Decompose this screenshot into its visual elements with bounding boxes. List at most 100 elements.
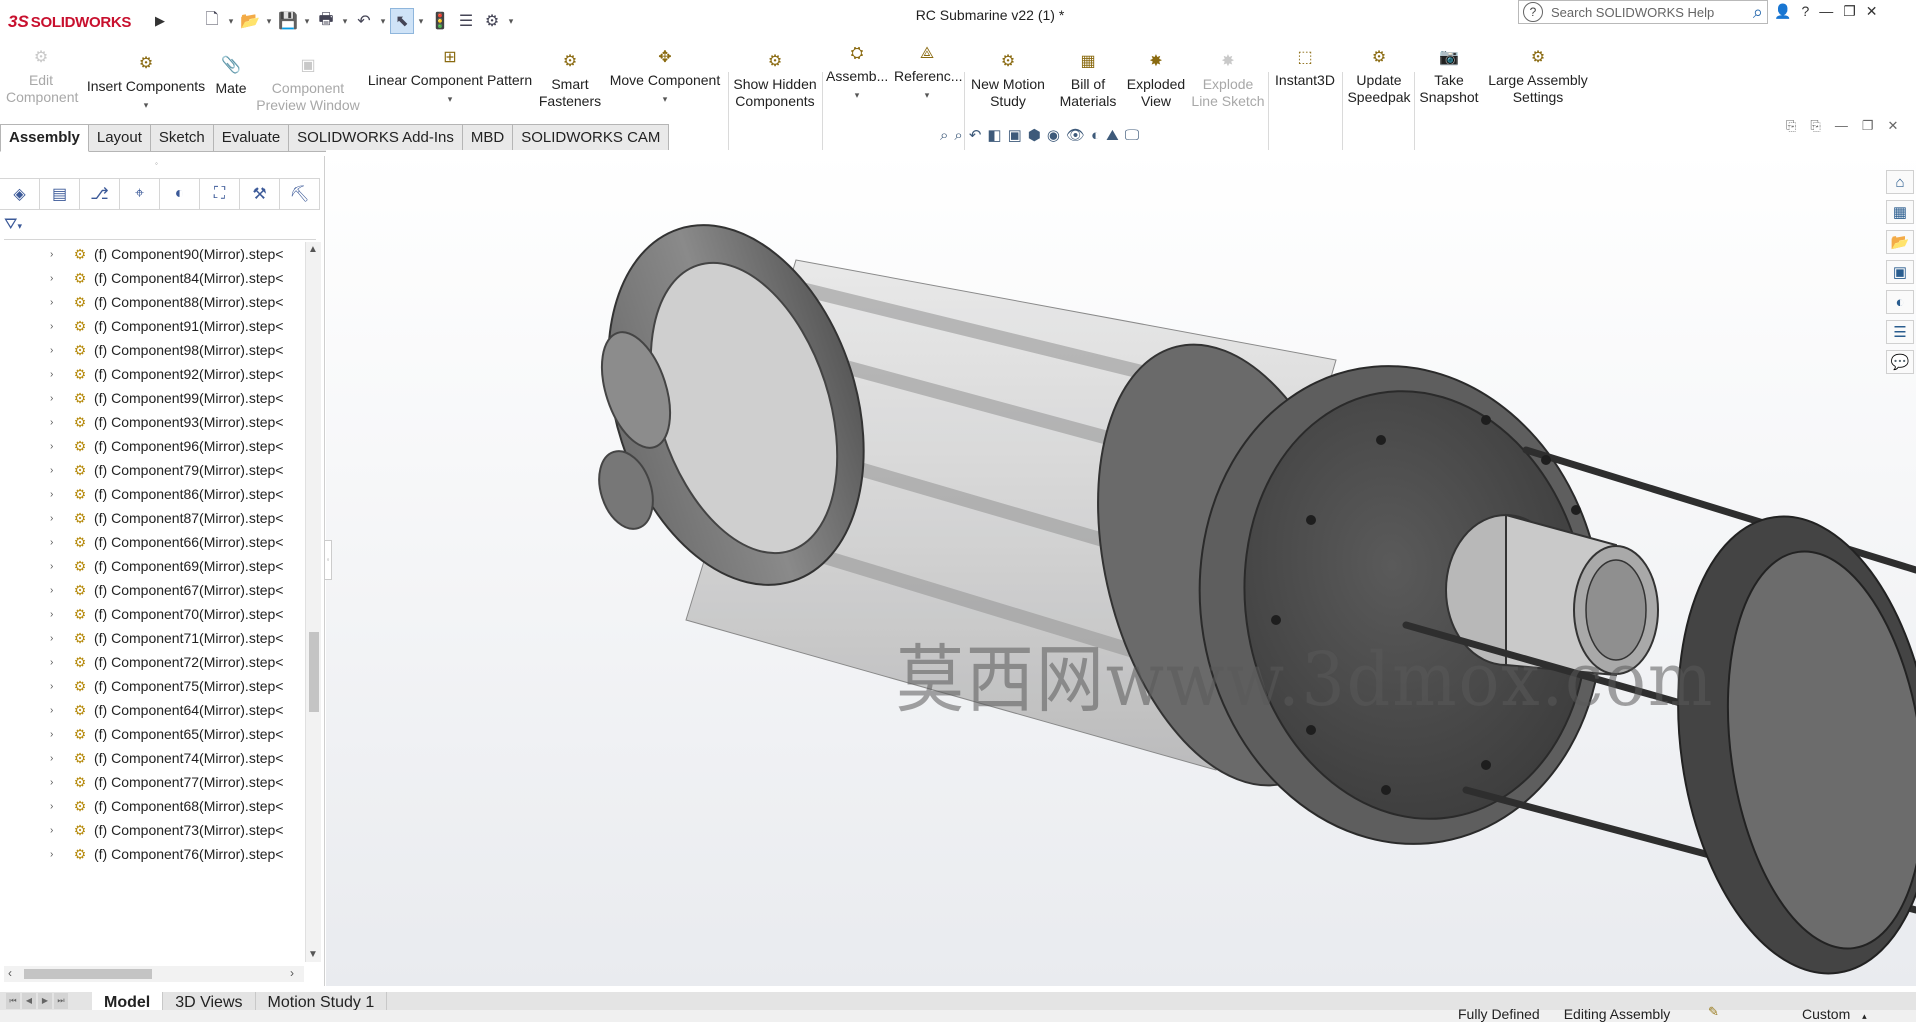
tree-item[interactable]: › ⚙ (f) Component67(Mirror).step< — [0, 578, 305, 602]
expand-arrow-icon[interactable]: › — [50, 489, 62, 500]
chevron-down-icon[interactable]: ▾ — [378, 16, 388, 27]
section-view-icon[interactable]: ◧ — [987, 126, 1001, 144]
display-manager-icon[interactable]: ◐ — [160, 179, 200, 209]
apply-scene-icon[interactable]: ⛰ — [1106, 127, 1119, 144]
tab-evaluate[interactable]: Evaluate — [213, 124, 290, 152]
tree-item[interactable]: › ⚙ (f) Component73(Mirror).step< — [0, 818, 305, 842]
file-properties-icon[interactable]: ☰ — [454, 8, 478, 34]
chevron-up-icon[interactable]: ▴ — [1862, 1011, 1867, 1021]
chevron-down-icon[interactable]: ▾ — [826, 87, 888, 104]
tree-item[interactable]: › ⚙ (f) Component91(Mirror).step< — [0, 314, 305, 338]
chevron-down-icon[interactable]: ▾ — [894, 87, 960, 104]
chevron-down-icon[interactable]: ▾ — [366, 91, 534, 108]
instant3d-button[interactable]: ⬚ Instant3D — [1272, 48, 1338, 128]
expand-arrow-icon[interactable]: › — [50, 561, 62, 572]
large-assembly-settings-button[interactable]: ⚙ Large Assembly Settings — [1486, 48, 1590, 128]
user-icon[interactable]: 👤 — [1774, 3, 1791, 20]
expand-arrow-icon[interactable]: › — [50, 705, 62, 716]
cam-tool-tree-icon[interactable]: ⛏ — [280, 179, 320, 209]
view-palette-icon[interactable]: ▣ — [1886, 260, 1914, 284]
tree-item[interactable]: › ⚙ (f) Component65(Mirror).step< — [0, 722, 305, 746]
select-icon[interactable]: ⬉ — [390, 8, 414, 34]
expand-arrow-icon[interactable]: › — [50, 273, 62, 284]
next-tab-icon[interactable]: ▶ — [38, 993, 52, 1009]
tree-item[interactable]: › ⚙ (f) Component75(Mirror).step< — [0, 674, 305, 698]
tree-item[interactable]: › ⚙ (f) Component76(Mirror).step< — [0, 842, 305, 864]
tab-solidworks-add-ins[interactable]: SOLIDWORKS Add-Ins — [289, 124, 463, 152]
cam-operation-tree-icon[interactable]: ⚒ — [240, 179, 280, 209]
solidworks-resources-icon[interactable]: ⌂ — [1886, 170, 1914, 194]
expand-arrow-icon[interactable]: › — [50, 849, 62, 860]
expand-arrow-icon[interactable]: › — [50, 609, 62, 620]
maximize-icon[interactable]: ❐ — [1843, 3, 1856, 20]
search-input[interactable]: Search SOLIDWORKS Help — [1551, 5, 1753, 20]
scroll-down-icon[interactable]: ▼ — [308, 949, 318, 960]
tab-solidworks-cam[interactable]: SOLIDWORKS CAM — [513, 124, 670, 152]
hscroll-thumb[interactable] — [24, 969, 152, 979]
open-document-icon[interactable]: 📂 — [238, 8, 262, 34]
save-icon[interactable]: 💾 — [276, 8, 300, 34]
options-icon[interactable]: ⚙ — [480, 8, 504, 34]
view-settings-icon[interactable]: 🖵 — [1125, 127, 1139, 144]
chevron-down-icon[interactable]: ▾ — [264, 16, 274, 27]
bill-of-materials-button[interactable]: ▦ Bill of Materials — [1054, 52, 1122, 132]
tree-item[interactable]: › ⚙ (f) Component70(Mirror).step< — [0, 602, 305, 626]
zoom-to-fit-icon[interactable]: ⌕ — [940, 127, 948, 144]
tree-item[interactable]: › ⚙ (f) Component79(Mirror).step< — [0, 458, 305, 482]
tree-item[interactable]: › ⚙ (f) Component68(Mirror).step< — [0, 794, 305, 818]
viewport-maximize-icon[interactable]: ❐ — [1862, 118, 1874, 134]
chevron-down-icon[interactable]: ▾ — [226, 16, 236, 27]
close-icon[interactable]: ✕ — [1866, 3, 1878, 20]
new-document-icon[interactable]: 🗋 — [200, 8, 224, 34]
chevron-down-icon[interactable]: ▾ — [86, 97, 206, 114]
linear-pattern-button[interactable]: ⊞ Linear Component Pattern ▾ — [366, 48, 534, 128]
chevron-down-icon[interactable]: ▾ — [340, 16, 350, 27]
chevron-down-icon[interactable]: ▾ — [606, 91, 724, 108]
tree-item[interactable]: › ⚙ (f) Component72(Mirror).step< — [0, 650, 305, 674]
zoom-to-area-icon[interactable]: ⌕ — [954, 127, 962, 144]
tab-mbd[interactable]: MBD — [462, 124, 514, 152]
tree-item[interactable]: › ⚙ (f) Component69(Mirror).step< — [0, 554, 305, 578]
expand-arrow-icon[interactable]: › — [50, 777, 62, 788]
restore-left-icon[interactable]: ⎘ — [1786, 118, 1796, 134]
property-manager-icon[interactable]: ▤ — [40, 179, 80, 209]
restore-right-icon[interactable]: ⎘ — [1810, 118, 1820, 134]
undo-icon[interactable]: ↶ — [352, 8, 376, 34]
viewport-minimize-icon[interactable]: — — [1835, 118, 1848, 134]
edit-appearance-icon[interactable]: ◐ — [1091, 127, 1100, 144]
filter-icon[interactable]: ⛛ — [4, 216, 17, 233]
expand-arrow-icon[interactable]: › — [50, 513, 62, 524]
filter-bar[interactable]: ⛛▾ — [4, 212, 316, 240]
expand-arrow-icon[interactable]: › — [50, 825, 62, 836]
expand-arrow-icon[interactable]: › — [50, 657, 62, 668]
tree-vertical-scrollbar[interactable]: ▲ ▼ — [305, 242, 321, 962]
tree-item[interactable]: › ⚙ (f) Component90(Mirror).step< — [0, 242, 305, 266]
assembly-features-button[interactable]: ⛭ Assemb... ▾ — [826, 44, 888, 124]
tree-item[interactable]: › ⚙ (f) Component66(Mirror).step< — [0, 530, 305, 554]
insert-components-button[interactable]: ⚙ Insert Components ▾ — [86, 54, 206, 134]
submarine-model[interactable] — [326, 150, 1916, 986]
new-motion-study-button[interactable]: ⚙ New Motion Study — [966, 52, 1050, 132]
hide-show-items-icon[interactable]: 👁 — [1066, 126, 1085, 144]
viewport-close-icon[interactable]: ✕ — [1887, 118, 1898, 134]
minimize-icon[interactable]: — — [1819, 3, 1833, 19]
expand-arrow-icon[interactable]: › — [50, 393, 62, 404]
scroll-thumb[interactable] — [309, 632, 319, 712]
tree-item[interactable]: › ⚙ (f) Component64(Mirror).step< — [0, 698, 305, 722]
tree-item[interactable]: › ⚙ (f) Component93(Mirror).step< — [0, 410, 305, 434]
expand-arrow-icon[interactable]: › — [50, 345, 62, 356]
tree-item[interactable]: › ⚙ (f) Component96(Mirror).step< — [0, 434, 305, 458]
expand-arrow-icon[interactable]: › — [50, 321, 62, 332]
design-library-icon[interactable]: ▦ — [1886, 200, 1914, 224]
tree-item[interactable]: › ⚙ (f) Component87(Mirror).step< — [0, 506, 305, 530]
tree-item[interactable]: › ⚙ (f) Component88(Mirror).step< — [0, 290, 305, 314]
forum-icon[interactable]: 💬 — [1886, 350, 1914, 374]
chevron-down-icon[interactable]: ▾ — [416, 16, 426, 27]
tab-sketch[interactable]: Sketch — [150, 124, 214, 152]
reference-geometry-button[interactable]: ⟁ Referenc... ▾ — [894, 44, 962, 124]
dimxpert-manager-icon[interactable]: ⌖ — [120, 179, 160, 209]
prev-tab-icon[interactable]: ◀ — [22, 993, 36, 1009]
tree-horizontal-scrollbar[interactable]: ‹ › — [4, 966, 304, 982]
expand-arrow-icon[interactable]: › — [50, 249, 62, 260]
search-icon[interactable]: ⌕ — [1753, 2, 1763, 23]
